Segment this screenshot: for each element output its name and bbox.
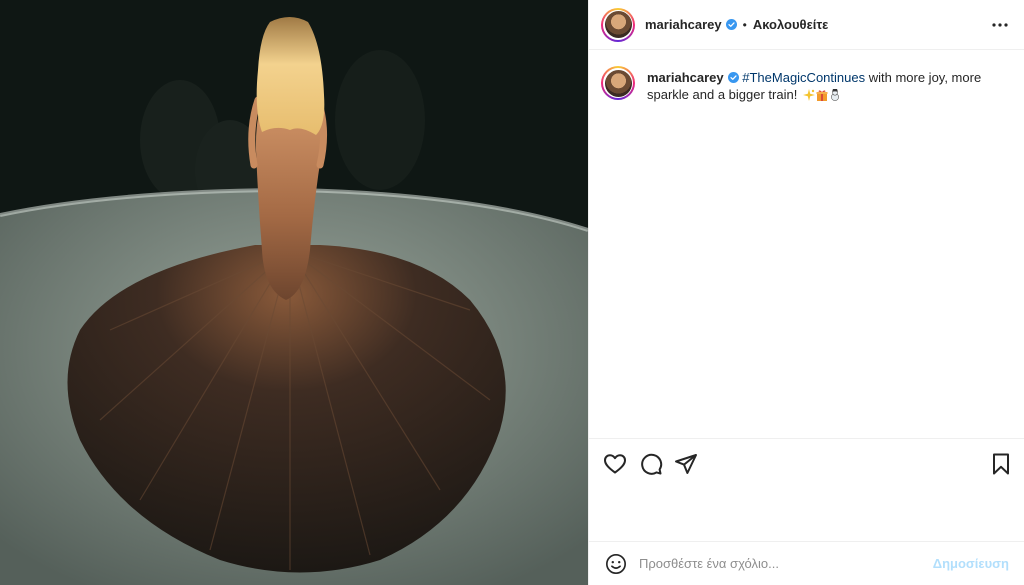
avatar[interactable] [601,7,635,42]
verified-badge-icon [725,19,737,30]
header-username[interactable]: mariahcarey [645,17,722,32]
avatar-image [604,69,632,97]
comment-input[interactable] [639,556,933,571]
post-actions [589,438,1024,484]
snowman-icon [829,88,841,101]
heart-icon[interactable] [603,452,627,476]
gift-icon [816,88,828,101]
post-side-panel: mariahcarey • Ακολουθείτε mariahcarey #T… [588,0,1024,585]
verified-badge-icon [727,72,739,83]
post-photo-artwork [0,0,588,585]
caption-hashtag[interactable]: #TheMagicContinues [742,70,865,85]
following-button[interactable]: Ακολουθείτε [753,17,829,32]
sparkles-icon [802,88,815,101]
post-header: mariahcarey • Ακολουθείτε [589,0,1024,50]
post-photo[interactable] [0,0,588,585]
avatar-image [604,11,632,38]
send-icon[interactable] [674,452,698,476]
comment-icon[interactable] [639,452,663,476]
header-separator: • [742,17,747,32]
caption-username[interactable]: mariahcarey [647,70,724,85]
post-comment-button[interactable]: Δημοσίευση [933,556,1009,571]
bookmark-icon[interactable] [989,452,1013,476]
instagram-post: mariahcarey • Ακολουθείτε mariahcarey #T… [0,0,1024,585]
comment-bar: Δημοσίευση [589,541,1024,585]
caption-text-block: mariahcarey #TheMagicContinues with more… [647,66,1015,103]
post-caption: mariahcarey #TheMagicContinues with more… [601,66,1015,103]
smiley-icon[interactable] [605,553,627,575]
caption-avatar[interactable] [601,66,635,100]
caption-emojis [802,88,841,101]
more-horizontal-icon[interactable] [991,16,1009,34]
